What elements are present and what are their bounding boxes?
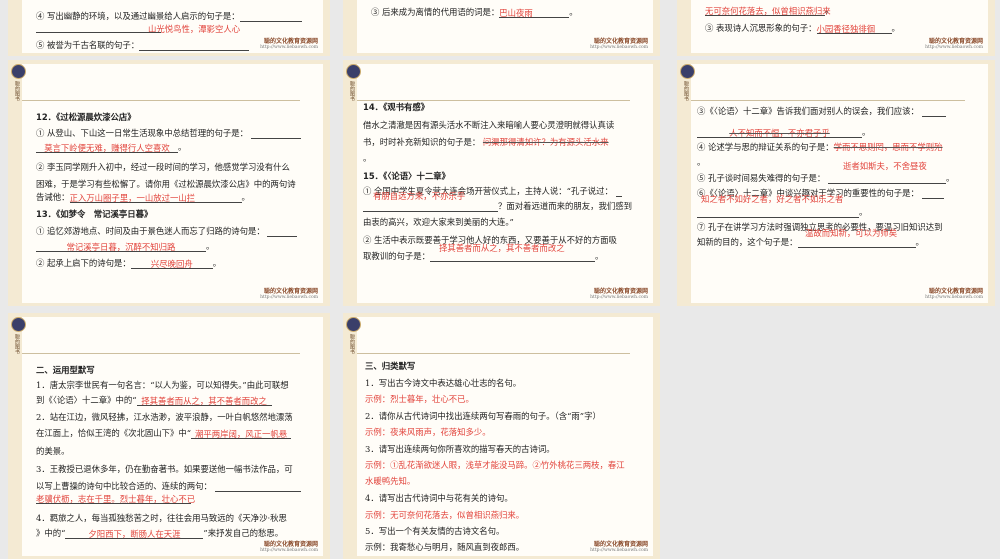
question-line: ② 起承上启下的诗句是： 兴尽晚回舟。 <box>36 258 222 269</box>
example-answer: 示例：无可奈何花落去，似曾相识燕归来。 <box>365 510 525 520</box>
question-line: 借水之清澈是因有源头活水不断注入来暗喻人要心灵澄明就得认真读 <box>363 120 615 130</box>
question-line: 由衷的高兴，欢迎大家来到美丽的大连。” <box>363 217 514 227</box>
question-line: 3．王教授已退休多年，仍在勤奋著书。如果要送他一幅书法作品，可 <box>36 464 293 474</box>
question-line: ① 追忆郊游地点、时间及由于景色迷人而忘了归路的诗句是： <box>36 225 298 237</box>
logo: 聪的图书 <box>680 64 695 101</box>
slide-thumbnail[interactable]: 聪的图书 ③《〈论语〉十二章》告诉我们面对别人的误会，我们应该： 人不知而不愠，… <box>677 60 995 306</box>
question-line: ② 李玉同学刚升入初中，经过一段时间的学习，他感觉学习没有什么 <box>36 162 290 172</box>
question-line: ⑤ 孔子谈时间易失难得的句子是： 。 <box>697 173 955 184</box>
logo-emblem-icon <box>346 64 361 79</box>
watermark: 聪的文化教育资源网 http://www.liebaowh.com <box>590 288 648 300</box>
answer-line: 。 <box>697 206 867 218</box>
logo: 聪的图书 <box>11 64 26 101</box>
answer-line: 常记溪亭日暮，沉醉不知归路。 <box>36 240 214 252</box>
question-line: ① 从登山、下山这一日常生活现象中总结哲理的句子是： <box>36 127 301 139</box>
logo-emblem-icon <box>346 317 361 332</box>
slide-thumbnail[interactable]: 聪的图书 二、运用型默写 1．唐太宗李世民有一句名言：“以人为鉴，可以知得失。”… <box>8 313 330 559</box>
answer-line: 莫言下岭便无难，赚得行人空喜欢。 <box>36 141 186 153</box>
slide-thumbnail[interactable]: ④ 写出幽静的环境，以及通过幽景给人启示的句子是： 山光悦鸟性，潭影空人心 ⑤ … <box>8 0 330 56</box>
answer-text: 逝者如斯夫，不舍昼夜 <box>843 161 927 171</box>
section-title: 15．《〈论语〉十二章》 <box>363 171 451 181</box>
example-answer: 示例：①乱花渐欲迷人眼，浅草才能没马蹄。②竹外桃花三两枝，春江 <box>365 460 625 470</box>
example-answer: 水暖鸭先知。 <box>365 476 416 486</box>
header-divider <box>22 100 300 101</box>
section-title: 12．《过松源晨炊漆公店》 <box>36 112 136 122</box>
question-line: ⑤ 被誉为千古名联的句子： <box>36 39 250 51</box>
question-line: 1．写出古今诗文中表达雄心壮志的名句。 <box>365 378 522 388</box>
question-line: ④ 论述学与思的辩证关系的句子是：学而不思则罔，思而不学则殆 <box>697 142 943 152</box>
answer-text: 知之者不如好之者，好之者不如乐之者 <box>701 194 844 204</box>
question-line: 》中的“ 夕阳西下，断肠人在天涯 ”来抒发自己的愁思。 <box>36 528 284 539</box>
answer-underline <box>36 31 161 33</box>
question-line: 以写上曹操的诗句中比较合适的、连续的两句： <box>36 480 301 492</box>
watermark: 聪的文化教育资源网 http://www.liebaowh.com <box>590 38 648 50</box>
answer-line: 老骥伏枥，志在千里。烈士暮年，壮心不已 <box>36 494 196 504</box>
question-line: ④ 写出幽静的环境，以及通过幽景给人启示的句子是： <box>36 10 302 22</box>
watermark: 聪的文化教育资源网 http://www.liebaowh.com <box>925 38 983 50</box>
logo-emblem-icon <box>680 64 695 79</box>
watermark: 聪的文化教育资源网 http://www.liebaowh.com <box>260 38 318 50</box>
punctuation: 。 <box>697 157 706 167</box>
logo-emblem-icon <box>11 317 26 332</box>
question-line: 告诫他：正入万山圈子里，一山放过一山拦。 <box>36 192 250 203</box>
question-line: 取教训的句子是：。 <box>363 251 604 262</box>
watermark: 聪的文化教育资源网 http://www.liebaowh.com <box>590 541 648 553</box>
question-line: ？面对着远道而来的朋友，我们感到 <box>363 200 632 212</box>
question-line: 1．唐太宗李世民有一句名言：“以人为鉴，可以知得失。”由此可联想 <box>36 380 289 390</box>
answer-line: 人不知而不愠，不亦君子乎。 <box>697 126 870 138</box>
punctuation: 。 <box>363 153 372 163</box>
watermark: 聪的文化教育资源网 http://www.liebaowh.com <box>925 288 983 300</box>
watermark: 聪的文化教育资源网 http://www.liebaowh.com <box>260 541 318 553</box>
section-title: 二、运用型默写 <box>36 365 95 375</box>
question-line: 在江面上，恰似王湾的《次北固山下》中“ 潮平两岸阔，风正一帆悬 <box>36 427 292 439</box>
question-line: 2．站在江边，微风轻拂，江水浩渺，波平浪静，一叶白帆悠然地漂荡 <box>36 412 293 422</box>
section-title: 13．《如梦令 常记溪亭日暮》 <box>36 209 153 219</box>
section-title: 14．《观书有感》 <box>363 102 430 112</box>
question-line: 4．羁旅之人，每当孤独愁苦之时，往往会用马致远的《天净沙·秋思 <box>36 513 287 523</box>
question-line: 书，时时补充新知识的句子是： 问渠那得清如许？为有源头活水来 <box>363 137 609 147</box>
question-line: 知新的目的，这个句子是：。 <box>697 237 924 248</box>
slide-thumbnail[interactable]: 无可奈何花落去，似曾相识燕归来。 ③ 表现诗人沉思形象的句子：小园香径独徘徊。 … <box>677 0 995 56</box>
question-line: 3．请写出连续两句你所喜欢的描写春天的古诗词。 <box>365 444 555 454</box>
logo: 聪的图书 <box>11 317 26 354</box>
example-answer: 示例：我寄愁心与明月，随风直到夜郎西。 <box>365 542 525 552</box>
answer-line: 无可奈何花落去，似曾相识燕归来。 <box>705 5 834 16</box>
watermark: 聪的文化教育资源网 http://www.liebaowh.com <box>260 288 318 300</box>
example-answer: 示例：夜来风雨声，花落知多少。 <box>365 427 491 437</box>
slide-thumbnail[interactable]: 聪的图书 三、归类默写 1．写出古今诗文中表达雄心壮志的名句。 示例：烈士暮年，… <box>343 313 660 559</box>
logo: 聪的图书 <box>346 317 361 354</box>
example-answer: 示例：烈士暮年，壮心不已。 <box>365 394 474 404</box>
question-line: 困难，于是学习有些松懈了。请你用《过松源晨炊漆公店》中的两句诗 <box>36 179 296 189</box>
question-line: ③ 表现诗人沉思形象的句子：小园香径独徘徊。 <box>705 23 900 34</box>
header-divider <box>357 353 630 354</box>
question-line: 到《〈论语〉十二章》中的“ 择其善者而从之，其不善者而改之 <box>36 394 272 406</box>
logo: 聪的图书 <box>346 64 361 101</box>
question-line: ③《〈论语〉十二章》告诉我们面对别人的误会，我们应该： <box>697 105 946 117</box>
answer-text: 山光悦鸟性，潭影空人心 <box>148 24 241 34</box>
question-line: 的美景。 <box>36 446 70 456</box>
question-line: ③ 后来成为离情的代用语的词是：巴山夜雨。 <box>371 7 578 18</box>
question-line: 2．请你从古代诗词中找出连续两句写春雨的句子。（含“雨”字） <box>365 411 601 421</box>
slide-thumbnail[interactable]: 聪的图书 12．《过松源晨炊漆公店》 ① 从登山、下山这一日常生活现象中总结哲理… <box>8 60 330 306</box>
slide-thumbnail[interactable]: 聪的图书 14．《观书有感》 借水之清澈是因有源头活水不断注入来暗喻人要心灵澄明… <box>343 60 660 306</box>
section-title: 三、归类默写 <box>365 361 416 371</box>
header-divider <box>691 100 965 101</box>
question-line: 4．请写出古代诗词中与花有关的诗句。 <box>365 493 513 503</box>
logo-emblem-icon <box>11 64 26 79</box>
slide-thumbnail[interactable]: ③ 后来成为离情的代用语的词是：巴山夜雨。 聪的文化教育资源网 http://ww… <box>343 0 660 56</box>
question-line: 5．写出一个有关友情的古诗文名句。 <box>365 526 505 536</box>
header-divider <box>22 353 300 354</box>
